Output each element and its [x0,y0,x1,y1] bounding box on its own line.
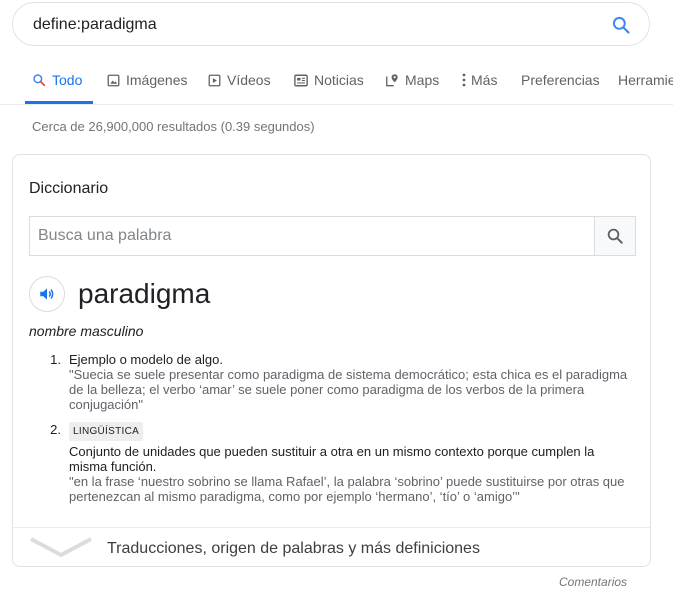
tab-mas[interactable]: Más [462,72,497,88]
definition-text: Ejemplo o modelo de algo. [69,352,223,367]
search-icon[interactable] [611,15,631,35]
tab-preferencias[interactable]: Preferencias [521,72,600,88]
tab-videos[interactable]: Vídeos [208,72,271,88]
active-tab-indicator [25,101,93,104]
video-icon [208,74,221,86]
tab-label: Imágenes [126,72,188,88]
definition-number: 2. [50,422,61,437]
pronunciation-button[interactable] [29,276,65,312]
tab-label: Preferencias [521,72,600,88]
tab-noticias[interactable]: Noticias [294,72,364,88]
chevron-down-icon [30,537,92,558]
dictionary-search-box [29,216,636,256]
more-vert-icon [462,73,466,87]
tab-maps[interactable]: Maps [385,72,439,88]
dictionary-title: Diccionario [29,180,109,197]
tab-label: Maps [405,72,440,88]
domain-tag: LINGÜÍSTICA [69,422,144,441]
search-tabs: Todo Imágenes Vídeos Noticias Maps Más P… [0,62,673,105]
dictionary-card: Diccionario paradigma nombre masculino 1… [12,154,651,567]
tab-herramientas[interactable]: Herramientas [618,72,673,88]
search-bar[interactable]: define:paradigma [12,2,650,46]
result-stats: Cerca de 26,900,000 resultados (0.39 seg… [32,119,315,134]
tab-label: Más [471,72,498,88]
tab-label: Todo [52,72,83,88]
speaker-icon [40,288,54,300]
definition-text: Conjunto de unidades que pueden sustitui… [69,444,595,474]
map-pin-icon [386,74,398,87]
news-icon [294,74,308,86]
tab-todo[interactable]: Todo [32,72,82,88]
definition-number: 1. [50,352,61,367]
more-definitions-label: Traducciones, origen de palabras y más d… [107,540,480,557]
more-definitions-toggle[interactable]: Traducciones, origen de palabras y más d… [13,527,650,567]
search-query[interactable]: define:paradigma [33,16,157,34]
definition-example: "Suecia se suele presentar como paradigm… [69,367,628,412]
word-search-input[interactable] [30,217,596,255]
tab-label: Herramientas [618,72,673,88]
tab-label: Vídeos [227,72,271,88]
definition-example: "en la frase ‘nuestro sobrino se llama R… [69,474,625,504]
search-icon [33,74,46,87]
part-of-speech: nombre masculino [29,323,144,339]
search-icon [607,228,623,244]
image-icon [107,74,120,86]
tab-label: Noticias [314,72,364,88]
tab-imagenes[interactable]: Imágenes [107,72,187,88]
word-search-button[interactable] [594,217,635,255]
headword: paradigma [78,278,211,309]
feedback-link[interactable]: Comentarios [559,575,627,589]
